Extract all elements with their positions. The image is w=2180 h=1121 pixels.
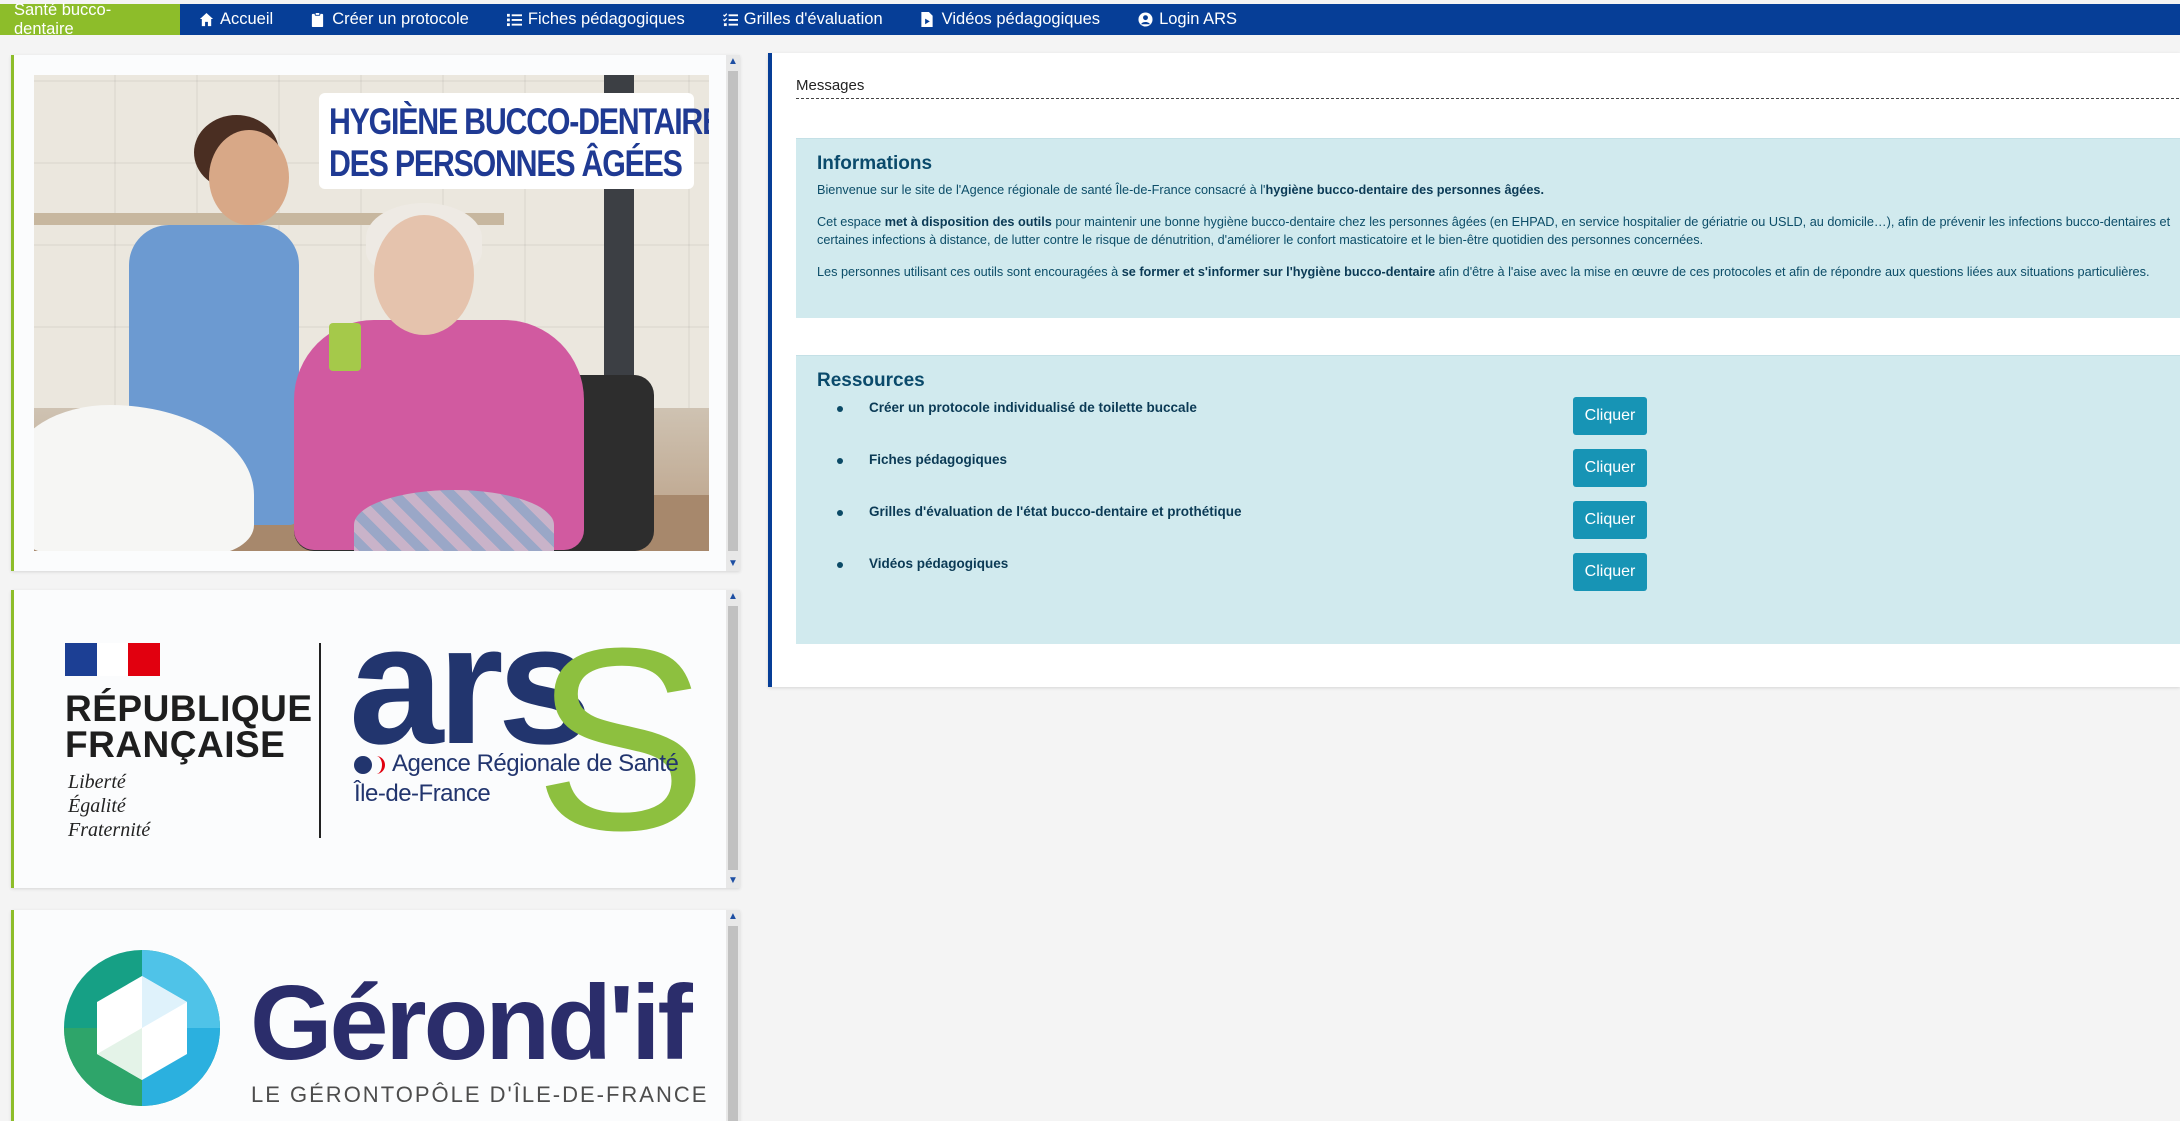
ars-dots-icon xyxy=(354,756,385,774)
rf-motto-liberte: Liberté xyxy=(68,771,126,793)
bullet-icon xyxy=(837,562,843,568)
rf-motto: Liberté Égalité Fraternité xyxy=(68,770,150,842)
list-item: Fiches pédagogiques Cliquer xyxy=(817,449,2163,504)
messages-panel: Messages Informations Bienvenue sur le s… xyxy=(768,53,2180,687)
ressources-list: Créer un protocole individualisé de toil… xyxy=(817,397,2163,608)
poster-title-line1: HYGIÈNE BUCCO-DENTAIRE xyxy=(329,101,709,142)
poster-scrollbar[interactable]: ▲ ▼ xyxy=(726,55,740,571)
nav-accueil[interactable]: Accueil xyxy=(180,4,292,35)
scroll-up-arrow-icon[interactable]: ▲ xyxy=(726,590,740,604)
nav-fiches-label: Fiches pédagogiques xyxy=(527,10,685,28)
bullet-icon xyxy=(837,406,843,412)
ars-logo-panel: RÉPUBLIQUE FRANÇAISE Liberté Égalité Fra… xyxy=(11,590,740,888)
nav-videos[interactable]: Vidéos pédagogiques xyxy=(902,4,1119,35)
ars-scrollbar[interactable]: ▲ ▼ xyxy=(726,590,740,888)
bullet-icon xyxy=(837,458,843,464)
scroll-thumb[interactable] xyxy=(728,926,738,1121)
info-paragraph-3: Les personnes utilisant ces outils sont … xyxy=(817,265,2150,279)
nav-accueil-label: Accueil xyxy=(220,10,274,28)
ressources-title: Ressources xyxy=(817,370,925,391)
rf-name-line2: FRANÇAISE xyxy=(65,724,286,765)
poster-title: HYGIÈNE BUCCO-DENTAIRE DES PERSONNES ÂGÉ… xyxy=(319,93,709,189)
gerondif-scrollbar[interactable]: ▲ xyxy=(726,910,740,1121)
gerondif-logo-panel: Gérond'if LE GÉRONTOPÔLE D'ÎLE-DE-FRANCE… xyxy=(11,910,740,1121)
scroll-thumb[interactable] xyxy=(728,71,738,551)
nav-creer-protocole[interactable]: Créer un protocole xyxy=(292,4,488,35)
cliquer-button-videos[interactable]: Cliquer xyxy=(1573,553,1647,591)
cliquer-button-protocole[interactable]: Cliquer xyxy=(1573,397,1647,435)
french-flag-icon xyxy=(65,643,161,676)
resource-label-grilles: Grilles d'évaluation de l'état bucco-den… xyxy=(869,504,1242,519)
nav-login-ars[interactable]: Login ARS xyxy=(1119,4,1256,35)
nav-grilles[interactable]: Grilles d'évaluation xyxy=(704,4,902,35)
rf-motto-fraternite: Fraternité xyxy=(68,819,151,841)
ars-logo: RÉPUBLIQUE FRANÇAISE Liberté Égalité Fra… xyxy=(14,590,729,888)
clipboard-icon xyxy=(311,12,326,27)
scroll-thumb[interactable] xyxy=(728,606,738,870)
rf-motto-egalite: Égalité xyxy=(68,795,126,817)
top-navbar: Santé bucco-dentaire Accueil Créer un pr… xyxy=(0,1,2180,38)
poster-panel: HYGIÈNE BUCCO-DENTAIRE DES PERSONNES ÂGÉ… xyxy=(11,55,740,571)
info-paragraph-2: Cet espace met à disposition des outils … xyxy=(817,215,2171,247)
logo-separator xyxy=(319,643,321,838)
list-item: Vidéos pédagogiques Cliquer xyxy=(817,553,2163,608)
rf-name: RÉPUBLIQUE FRANÇAISE xyxy=(65,688,313,765)
scroll-up-arrow-icon[interactable]: ▲ xyxy=(726,910,740,924)
list-item: Grilles d'évaluation de l'état bucco-den… xyxy=(817,501,2163,556)
nav-videos-label: Vidéos pédagogiques xyxy=(941,10,1101,28)
scroll-up-arrow-icon[interactable]: ▲ xyxy=(726,55,740,69)
user-circle-icon xyxy=(1138,12,1153,27)
brand-link[interactable]: Santé bucco-dentaire xyxy=(0,1,180,38)
resource-label-videos: Vidéos pédagogiques xyxy=(869,556,1009,571)
list-icon xyxy=(506,12,522,27)
scroll-down-arrow-icon[interactable]: ▼ xyxy=(726,557,740,571)
gerondif-hexagon-icon xyxy=(64,950,220,1106)
cliquer-button-fiches[interactable]: Cliquer xyxy=(1573,449,1647,487)
nav-creer-protocole-label: Créer un protocole xyxy=(332,10,469,28)
nav-login-ars-label: Login ARS xyxy=(1159,10,1238,28)
file-video-icon xyxy=(921,12,936,27)
resource-label-fiches: Fiches pédagogiques xyxy=(869,452,1008,467)
poster-title-line2: DES PERSONNES ÂGÉES xyxy=(329,143,683,184)
ars-s-mark: S xyxy=(534,595,708,885)
nav-grilles-label: Grilles d'évaluation xyxy=(743,10,883,28)
poster-image: HYGIÈNE BUCCO-DENTAIRE DES PERSONNES ÂGÉ… xyxy=(34,75,709,551)
informations-title: Informations xyxy=(817,153,933,174)
ars-agency-name: Agence Régionale de Santé xyxy=(392,750,679,777)
messages-heading: Messages xyxy=(796,77,865,94)
nav-fiches[interactable]: Fiches pédagogiques xyxy=(488,4,704,35)
gerondif-name: Gérond'if xyxy=(250,964,693,1082)
gerondif-subtitle: LE GÉRONTOPÔLE D'ÎLE-DE-FRANCE xyxy=(251,1082,709,1107)
rf-name-line1: RÉPUBLIQUE xyxy=(65,688,313,729)
list-item: Créer un protocole individualisé de toil… xyxy=(817,397,2163,452)
info-paragraph-1: Bienvenue sur le site de l'Agence région… xyxy=(817,183,1544,197)
ressources-box: Ressources Créer un protocole individual… xyxy=(796,355,2180,644)
resource-label-protocole: Créer un protocole individualisé de toil… xyxy=(869,400,1197,415)
cliquer-button-grilles[interactable]: Cliquer xyxy=(1573,501,1647,539)
bullet-icon xyxy=(837,510,843,516)
home-icon xyxy=(199,12,214,27)
scroll-down-arrow-icon[interactable]: ▼ xyxy=(726,874,740,888)
ars-region-name: Île-de-France xyxy=(354,780,491,807)
informations-box: Informations Bienvenue sur le site de l'… xyxy=(796,138,2180,318)
checklist-icon xyxy=(722,12,738,27)
messages-divider xyxy=(796,98,2180,99)
